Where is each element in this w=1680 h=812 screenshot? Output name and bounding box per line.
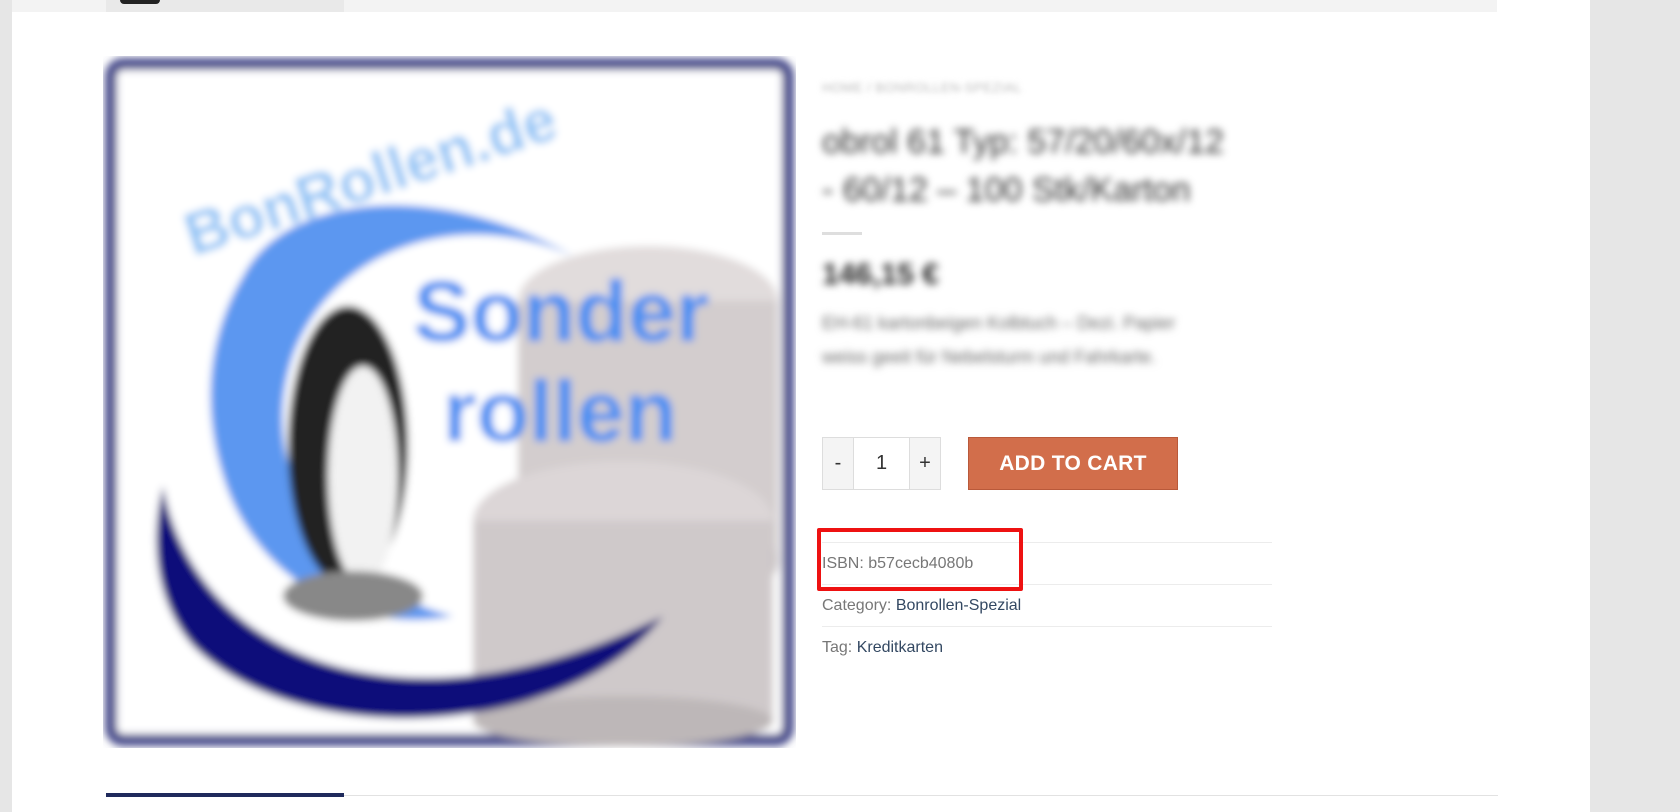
product-title: obrol 61 Typ: 57/20/60x/12 - 60/12 – 100…: [822, 118, 1262, 214]
product-image[interactable]: BonRollen.de Sonder rollen: [103, 56, 796, 748]
tag-link[interactable]: Kreditkarten: [857, 639, 943, 656]
tag-label: Tag:: [822, 639, 853, 656]
svg-text:rollen: rollen: [443, 364, 677, 460]
product-price: 146,15 €: [822, 258, 939, 291]
top-thumbnail[interactable]: [106, 0, 344, 12]
quantity-input[interactable]: [853, 438, 910, 489]
quantity-minus-button[interactable]: -: [823, 438, 853, 489]
tab-active-indicator[interactable]: [106, 793, 344, 797]
title-divider: [822, 232, 862, 235]
product-title-line-1: obrol 61 Typ: 57/20/60x/12: [822, 123, 1225, 161]
page-background: [1590, 0, 1680, 812]
add-to-cart-button[interactable]: ADD TO CART: [968, 437, 1178, 490]
short-description: EH-61 kartonbeigen Kolbtuch – Dezi. Papi…: [822, 313, 1176, 367]
product-title-line-2: - 60/12 – 100 Stk/Karton: [822, 171, 1191, 209]
quantity-stepper: - +: [822, 437, 941, 490]
quantity-plus-button[interactable]: +: [910, 438, 940, 489]
category-label: Category:: [822, 597, 892, 614]
breadcrumb[interactable]: HOME / BONROLLEN-SPEZIAL: [822, 80, 1122, 96]
product-page: BonRollen.de Sonder rollen HOME / BONROL…: [12, 0, 1592, 812]
top-bar: [12, 0, 1497, 12]
svg-text:Sonder: Sonder: [413, 264, 709, 360]
product-image-graphic: BonRollen.de Sonder rollen: [105, 58, 794, 746]
tag-row: Tag: Kreditkarten: [822, 626, 1272, 668]
category-link[interactable]: Bonrollen-Spezial: [896, 597, 1021, 614]
isbn-highlight-box: [817, 528, 1023, 591]
